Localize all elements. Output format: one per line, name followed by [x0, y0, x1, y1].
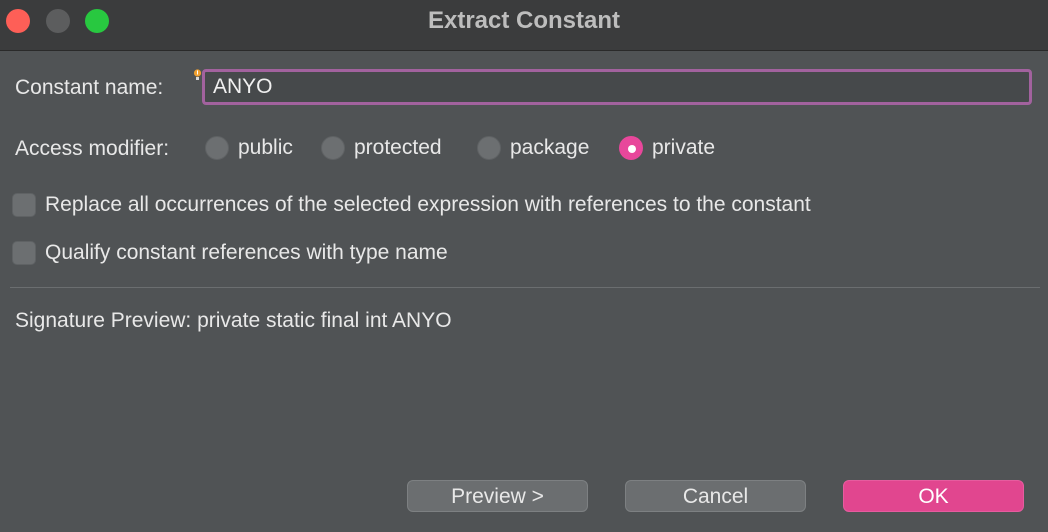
radio-protected[interactable]: protected — [321, 136, 442, 160]
radio-package[interactable]: package — [477, 136, 589, 160]
replace-all-label: Replace all occurrences of the selected … — [45, 193, 811, 216]
warning-bulb-icon — [193, 69, 202, 80]
radio-private[interactable]: private — [619, 136, 715, 160]
radio-private-dot[interactable] — [619, 136, 643, 160]
qualify-checkbox[interactable] — [12, 241, 36, 265]
access-modifier-label: Access modifier: — [15, 137, 170, 160]
radio-public-label: public — [238, 136, 293, 159]
constant-name-input[interactable] — [202, 69, 1032, 105]
radio-public[interactable]: public — [205, 136, 293, 160]
radio-protected-label: protected — [354, 136, 442, 159]
title-bar: Extract Constant — [0, 0, 1048, 51]
radio-protected-dot[interactable] — [321, 136, 345, 160]
qualify-label: Qualify constant references with type na… — [45, 241, 448, 264]
qualify-checkbox-row[interactable]: Qualify constant references with type na… — [12, 241, 448, 265]
radio-private-label: private — [652, 136, 716, 159]
ok-button[interactable]: OK — [843, 480, 1024, 512]
replace-all-checkbox[interactable] — [12, 193, 36, 217]
replace-all-checkbox-row[interactable]: Replace all occurrences of the selected … — [12, 193, 811, 217]
constant-name-label: Constant name: — [15, 76, 164, 99]
cancel-button[interactable]: Cancel — [625, 480, 806, 512]
signature-preview: Signature Preview: private static final … — [15, 309, 452, 332]
divider — [10, 287, 1040, 288]
radio-package-dot[interactable] — [477, 136, 501, 160]
window-title: Extract Constant — [427, 7, 621, 34]
radio-public-dot[interactable] — [205, 136, 229, 160]
radio-package-label: package — [510, 136, 590, 159]
preview-button[interactable]: Preview > — [407, 480, 588, 512]
